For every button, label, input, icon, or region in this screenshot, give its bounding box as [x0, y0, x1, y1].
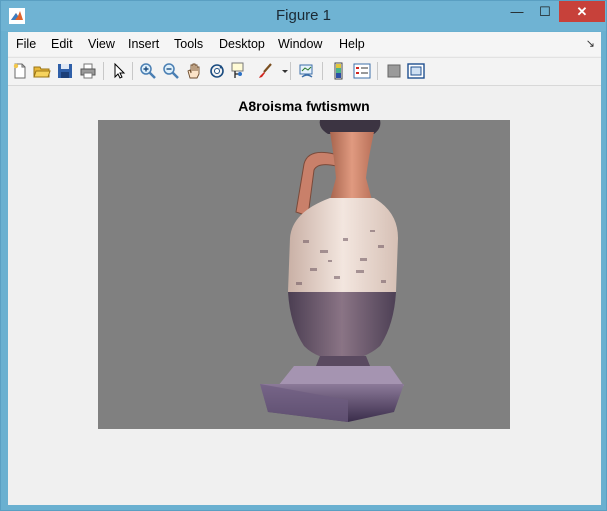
open-file-icon[interactable] [33, 62, 51, 80]
save-icon[interactable] [56, 62, 74, 80]
menu-edit[interactable]: Edit [51, 37, 73, 51]
menu-view[interactable]: View [88, 37, 115, 51]
show-plot-tools-icon[interactable] [407, 62, 425, 80]
pan-hand-icon[interactable] [185, 62, 203, 80]
toolbar-separator [322, 62, 323, 80]
dock-figure-icon[interactable]: ↘ [586, 37, 595, 50]
maximize-button[interactable]: ☐ [531, 1, 559, 22]
axes-title: A8roisma fwtismwn [238, 98, 370, 114]
zoom-out-icon[interactable] [162, 62, 180, 80]
amphora-vase-icon [260, 120, 404, 422]
menu-tools[interactable]: Tools [174, 37, 203, 51]
edit-plot-arrow-icon[interactable] [110, 62, 128, 80]
rotate-3d-icon[interactable] [208, 62, 226, 80]
toolbar-separator [132, 62, 133, 80]
menu-bar: File Edit View Insert Tools Desktop Wind… [8, 32, 601, 56]
hide-plot-tools-icon[interactable] [385, 62, 403, 80]
print-icon[interactable] [79, 62, 97, 80]
menu-desktop[interactable]: Desktop [219, 37, 265, 51]
figure-toolbar [8, 57, 601, 86]
menu-insert[interactable]: Insert [128, 37, 159, 51]
title-bar[interactable]: Figure 1 — ☐ ✕ [1, 1, 606, 31]
insert-legend-icon[interactable] [353, 62, 371, 80]
data-cursor-icon[interactable] [231, 62, 249, 80]
menu-file[interactable]: File [16, 37, 36, 51]
figure-client-area: File Edit View Insert Tools Desktop Wind… [8, 32, 601, 505]
brush-icon[interactable] [256, 62, 274, 80]
link-plot-icon[interactable] [298, 62, 316, 80]
zoom-in-icon[interactable] [139, 62, 157, 80]
toolbar-separator [377, 62, 378, 80]
new-figure-icon[interactable] [11, 62, 29, 80]
axes-image[interactable] [98, 120, 510, 429]
toolbar-separator [103, 62, 104, 80]
minimize-button[interactable]: — [503, 1, 531, 22]
insert-colorbar-icon[interactable] [330, 62, 348, 80]
figure-window: Figure 1 — ☐ ✕ File Edit View Insert Too… [0, 0, 607, 511]
close-button[interactable]: ✕ [559, 1, 605, 22]
menu-window[interactable]: Window [278, 37, 322, 51]
toolbar-separator [290, 62, 291, 80]
brush-dropdown-icon[interactable] [276, 62, 288, 80]
menu-help[interactable]: Help [339, 37, 365, 51]
